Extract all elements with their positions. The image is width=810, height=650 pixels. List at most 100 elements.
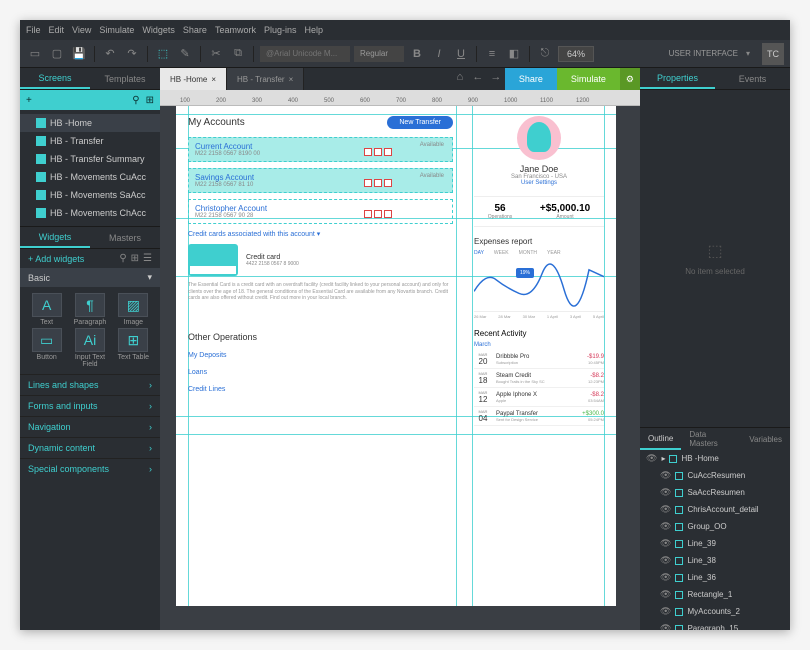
filter-icon[interactable]: ⚲ [132,95,139,106]
visibility-icon[interactable]: 👁 [646,453,657,464]
category-item[interactable]: Dynamic content› [20,437,160,458]
category-item[interactable]: Special components› [20,458,160,479]
add-screen-button[interactable]: + ⚲ ⊞ [20,90,160,110]
account-card[interactable]: Christopher AccountM22 2158 0567 90 28 [188,199,453,224]
activity-row[interactable]: MAR12Apple Iphone XApple-$8.203:54AM [474,388,604,407]
visibility-icon[interactable]: 👁 [660,470,671,481]
visibility-icon[interactable]: 👁 [660,572,671,583]
design-canvas[interactable]: My Accounts New Transfer Current Account… [176,106,616,606]
back-icon[interactable]: ← [469,68,487,86]
tab-widgets[interactable]: Widgets [20,227,90,248]
cut-icon[interactable]: ✂ [207,45,225,63]
screen-item[interactable]: HB - Transfer Summary [20,150,160,168]
simulate-settings-button[interactable]: ⚙ [620,68,640,90]
credit-cards-header[interactable]: Credit cards associated with this accoun… [188,230,453,238]
activity-row[interactable]: MAR04Paypal TransferSent for Design Serv… [474,407,604,426]
paint-icon[interactable]: ✎ [176,45,194,63]
grid-view-icon[interactable]: ⊞ [131,253,139,264]
tab-templates[interactable]: Templates [90,68,160,89]
simulate-button[interactable]: Simulate [557,68,620,90]
tab-events[interactable]: Events [715,68,790,89]
screen-item[interactable]: HB -Home [20,114,160,132]
outline-item[interactable]: 👁Line_39 [640,535,790,552]
doc-tab-home[interactable]: HB -Home× [160,68,227,90]
menu-plug-ins[interactable]: Plug-ins [264,25,297,35]
activity-row[interactable]: MAR18Steam CreditBought Trails in the Sk… [474,369,604,388]
widget-image[interactable]: ▨Image [113,293,154,326]
underline-icon[interactable]: U [452,45,470,63]
close-icon[interactable]: × [211,75,216,84]
doc-tab-transfer[interactable]: HB - Transfer× [227,68,304,90]
visibility-icon[interactable]: 👁 [660,623,671,630]
tab-properties[interactable]: Properties [640,68,715,89]
search-icon[interactable]: ⚲ [119,253,126,264]
visibility-icon[interactable]: 👁 [660,487,671,498]
chevron-down-icon[interactable]: ▾ [746,49,750,58]
user-settings-link[interactable]: User Settings [474,180,604,186]
activity-row[interactable]: MAR20Dribbble ProSubscription-$19.910:45… [474,350,604,369]
menu-help[interactable]: Help [304,25,323,35]
grid-icon[interactable]: ⊞ [146,95,154,106]
new-icon[interactable]: ▭ [26,45,44,63]
tab-masters[interactable]: Masters [90,227,160,248]
font-select[interactable] [260,46,350,62]
visibility-icon[interactable]: 👁 [660,606,671,617]
operation-link[interactable]: My Deposits [188,352,453,359]
home-icon[interactable]: ⌂ [451,68,469,86]
tab-screens[interactable]: Screens [20,68,90,89]
weight-select[interactable] [354,46,404,62]
share-button[interactable]: Share [505,68,557,90]
menu-share[interactable]: Share [183,25,207,35]
italic-icon[interactable]: I [430,45,448,63]
menu-view[interactable]: View [72,25,91,35]
outline-item[interactable]: 👁SaAccResumen [640,484,790,501]
zoom-select[interactable]: 64% [558,46,594,62]
add-widgets-button[interactable]: + Add widgets ⚲ ⊞ ☰ [20,249,160,268]
redo-icon[interactable]: ↷ [123,45,141,63]
outline-item[interactable]: 👁ChrisAccount_detail [640,501,790,518]
undo-icon[interactable]: ↶ [101,45,119,63]
category-item[interactable]: Forms and inputs› [20,395,160,416]
outline-item[interactable]: 👁MyAccounts_2 [640,603,790,620]
account-card[interactable]: Savings AccountM22 2158 0567 81 10Availa… [188,168,453,193]
close-icon[interactable]: × [289,75,294,84]
basic-category-header[interactable]: Basic ▾ [20,268,160,287]
menu-teamwork[interactable]: Teamwork [215,25,256,35]
visibility-icon[interactable]: 👁 [660,538,671,549]
screen-item[interactable]: HB - Movements CuAcc [20,168,160,186]
save-icon[interactable]: 💾 [70,45,88,63]
outline-item[interactable]: 👁Paragraph_15 [640,620,790,630]
tab-data-masters[interactable]: Data Masters [681,428,741,450]
menu-widgets[interactable]: Widgets [142,25,175,35]
visibility-icon[interactable]: 👁 [660,504,671,515]
widget-button[interactable]: ▭Button [26,328,67,368]
outline-item[interactable]: 👁CuAccResumen [640,467,790,484]
expense-tab[interactable]: MONTH [519,250,537,256]
visibility-icon[interactable]: 👁 [660,555,671,566]
outline-item[interactable]: 👁Rectangle_1 [640,586,790,603]
category-item[interactable]: Lines and shapes› [20,374,160,395]
outline-item[interactable]: 👁Line_36 [640,569,790,586]
menu-file[interactable]: File [26,25,41,35]
screen-item[interactable]: HB - Movements SaAcc [20,186,160,204]
user-label[interactable]: USER INTERFACE [669,49,738,58]
account-card[interactable]: Current AccountM22 2158 0567 8190 00Avai… [188,137,453,162]
new-transfer-button[interactable]: New Transfer [387,116,453,129]
forward-icon[interactable]: → [487,68,505,86]
widget-text-table[interactable]: ⊞Text Table [113,328,154,368]
widget-input-text-field[interactable]: AiInput Text Field [69,328,110,368]
user-avatar[interactable]: TC [762,43,784,65]
menu-edit[interactable]: Edit [49,25,65,35]
bold-icon[interactable]: B [408,45,426,63]
outline-item[interactable]: 👁Line_38 [640,552,790,569]
tab-outline[interactable]: Outline [640,428,681,450]
outline-item[interactable]: 👁Group_OO [640,518,790,535]
outline-root[interactable]: 👁▸HB -Home [640,450,790,467]
menu-simulate[interactable]: Simulate [99,25,134,35]
fill-icon[interactable]: ◧ [505,45,523,63]
open-icon[interactable]: ▢ [48,45,66,63]
expense-tab[interactable]: DAY [474,250,484,256]
expense-tab[interactable]: WEEK [494,250,509,256]
align-icon[interactable]: ≡ [483,45,501,63]
screen-item[interactable]: HB - Transfer [20,132,160,150]
